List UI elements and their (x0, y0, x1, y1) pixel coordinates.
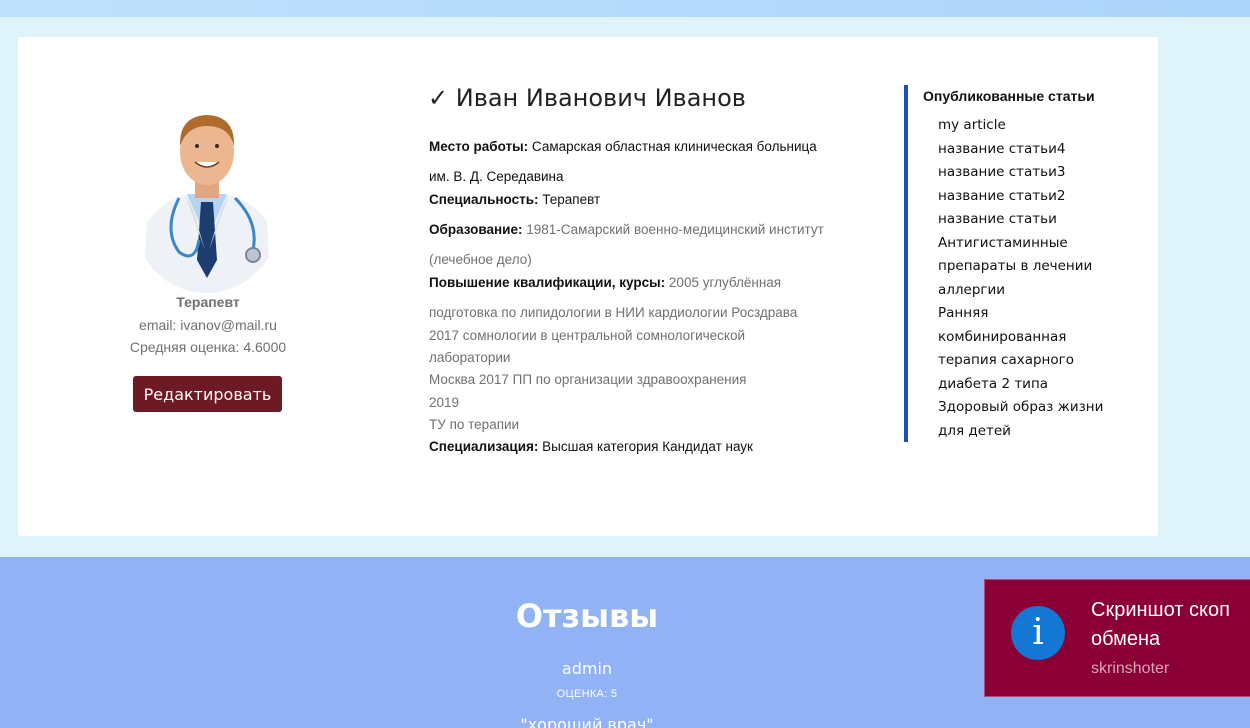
qualification-line: 2019 (429, 395, 460, 410)
articles-title: Опубликованные статьи (923, 88, 1095, 104)
top-header-bar (0, 0, 1250, 17)
qualification-line: Москва 2017 ПП по организации здравоохра… (429, 372, 747, 387)
specialty-label: Специальность: (429, 192, 539, 207)
notification-title-line: обмена (1091, 628, 1161, 650)
article-link[interactable]: название статьи3 (938, 161, 1108, 185)
qualification-line: ТУ по терапии (429, 417, 520, 432)
education-label: Образование: (429, 222, 523, 237)
workplace-value: Самарская областная клиническая больница (531, 139, 817, 154)
specialty-row: Специальность: Терапевт (429, 192, 600, 207)
article-link[interactable]: Антигистаминные препараты в лечении алле… (938, 232, 1108, 303)
article-link[interactable]: Ранняя комбинированная терапия сахарного… (938, 302, 1108, 396)
workplace-value-continued: им. В. Д. Середавина (429, 169, 564, 184)
screenshot-notification[interactable]: i Скриншот скоп обмена skrinshoter (984, 579, 1250, 697)
doctor-avatar (135, 110, 278, 293)
notification-title-line: Скриншот скоп (1091, 599, 1230, 621)
specialty-value: Терапевт (542, 192, 601, 207)
qualification-line: лаборатории (429, 350, 511, 365)
qualification-row: Повышение квалификации, курсы: 2005 углу… (429, 275, 781, 290)
review-text: "хороший врач" (520, 715, 654, 728)
article-link[interactable]: название статьи4 (938, 138, 1108, 162)
article-link[interactable]: Здоровый образ жизни для детей (938, 396, 1108, 443)
articles-list: my article название статьи4 название ста… (938, 114, 1108, 443)
education-row: Образование: 1981-Самарский военно-медиц… (429, 222, 824, 237)
notification-app-name: skrinshoter (1091, 660, 1170, 677)
doctor-email: email: ivanov@mail.ru (139, 317, 277, 333)
workplace-row: Место работы: Самарская областная клинич… (429, 139, 817, 154)
doctor-role: Терапевт (176, 294, 240, 310)
info-icon: i (1011, 606, 1065, 660)
specialization-row: Специализация: Высшая категория Кандидат… (429, 439, 753, 454)
articles-accent-bar (904, 85, 908, 442)
doctor-profile-card: Терапевт email: ivanov@mail.ru Средняя о… (18, 37, 1158, 536)
education-value: 1981-Самарский военно-медицинский инстит… (526, 222, 824, 237)
education-row-continued: (лечебное дело) (429, 252, 532, 267)
qualification-label: Повышение квалификации, курсы: (429, 275, 666, 290)
qualification-line: 2005 углублённая (668, 275, 782, 290)
notification-title: Скриншот скоп обмена (1091, 596, 1250, 654)
article-link[interactable]: my article (938, 114, 1108, 138)
qualification-line: подготовка по липидологии в НИИ кардиоло… (429, 305, 798, 320)
article-link[interactable]: название статьи (938, 208, 1108, 232)
specialization-value: Высшая категория Кандидат наук (542, 439, 753, 454)
workplace-row-continued: им. В. Д. Середавина (429, 169, 564, 184)
specialization-label: Специализация: (429, 439, 539, 454)
qualification-line: 2017 сомнологии в центральной сомнологич… (429, 328, 746, 343)
average-rating: Средняя оценка: 4.6000 (129, 339, 287, 355)
workplace-label: Место работы: (429, 139, 529, 154)
doctor-name: ✓ Иван Иванович Иванов (428, 84, 746, 112)
article-link[interactable]: название статьи2 (938, 185, 1108, 209)
edit-profile-button[interactable]: Редактировать (133, 376, 282, 412)
